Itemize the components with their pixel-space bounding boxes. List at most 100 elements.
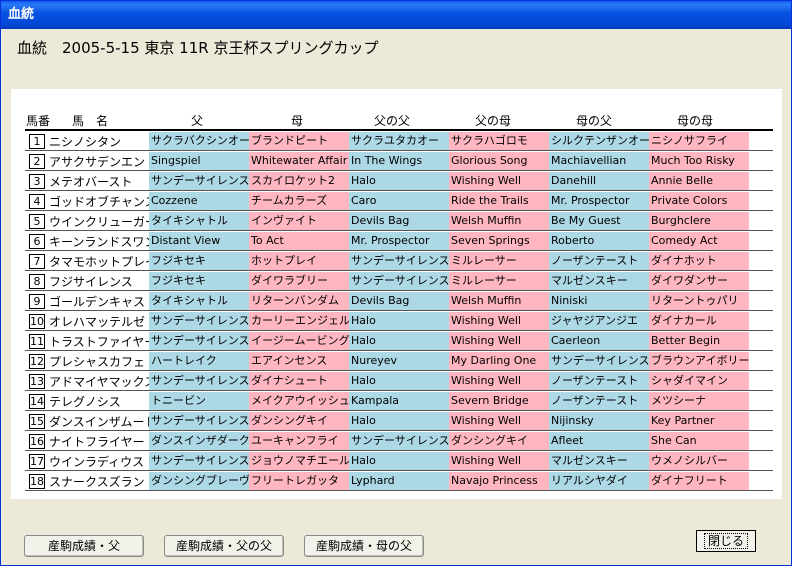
race-header: 血統 2005-5-15 東京 11R 京王杯スプリングカップ <box>17 39 379 57</box>
dam-sire-cell: Nijinsky <box>549 412 649 430</box>
sire-cell: フジキセキ <box>149 252 249 270</box>
table-row: 9 ゴールデンキャスト タイキシャトル リターンバンダム Devils Bag Welsh… <box>25 291 773 311</box>
dam-cell: ダンシングキイ <box>249 412 349 430</box>
sire-cell: トニービン <box>149 392 249 410</box>
horse-number: 2 <box>29 154 45 169</box>
table-row: 15 ダンスインザムード サンデーサイレンス ダンシングキイ Halo Wishing W… <box>25 411 773 431</box>
dam-cell: スカイロケット2 <box>249 172 349 190</box>
table-row: 11 トラストファイヤー サンデーサイレンス イージームービング Halo Wishing… <box>25 331 773 351</box>
horse-name: ウインラディウス <box>49 455 145 469</box>
horse-number: 4 <box>29 194 45 209</box>
horse-name: トラストファイヤー <box>49 335 157 349</box>
horse-name: ゴッドオブチャンス <box>49 195 157 209</box>
dam-cell: インヴァイト <box>249 212 349 230</box>
dam-sire-cell: マルゼンスキー <box>549 452 649 470</box>
sire-dam-cell: Severn Bridge <box>449 392 549 410</box>
horse-number: 15 <box>29 414 45 429</box>
dam-dam-cell: ダイナホット <box>649 252 749 270</box>
horse-number: 9 <box>29 294 45 309</box>
column-header-dam-sire: 母の父 <box>576 114 613 128</box>
sire-cell: ダンシングブレーヴ <box>149 472 249 490</box>
horse-number: 8 <box>29 274 45 289</box>
horse-number: 17 <box>29 454 45 469</box>
sire-cell: Cozzene <box>149 192 249 210</box>
sire-sire-cell: サンデーサイレンス <box>349 252 449 270</box>
close-button[interactable]: 閉じる <box>696 530 756 552</box>
dam-dam-cell: シャダイマイン <box>649 372 749 390</box>
horse-number: 7 <box>29 254 45 269</box>
dam-dam-cell: Comedy Act <box>649 232 749 250</box>
dam-cell: ダイワラブリー <box>249 272 349 290</box>
table-row: 6 キーンランドスワン Distant View To Act Mr. Prospect… <box>25 231 773 251</box>
sire-dam-cell: Welsh Muffin <box>449 292 549 310</box>
table-row: 5 ウインクリューガー タイキシャトル インヴァイト Devils Bag Welsh M… <box>25 211 773 231</box>
sire-dam-cell: Wishing Well <box>449 412 549 430</box>
sire-dam-cell: Seven Springs <box>449 232 549 250</box>
dam-cell: リターンバンダム <box>249 292 349 310</box>
sire-cell: ハートレイク <box>149 352 249 370</box>
dam-cell: ホットプレイ <box>249 252 349 270</box>
dam-dam-cell: Private Colors <box>649 192 749 210</box>
sire-sire-cell: Halo <box>349 412 449 430</box>
dam-sire-results-button[interactable]: 産駒成績・母の父 <box>304 535 424 557</box>
dam-sire-cell: ノーザンテースト <box>549 252 649 270</box>
dam-dam-cell: Better Begin <box>649 332 749 350</box>
sire-sire-cell: Caro <box>349 192 449 210</box>
sire-sire-cell: Nureyev <box>349 352 449 370</box>
sire-dam-cell: Glorious Song <box>449 152 549 170</box>
dam-cell: エアインセンス <box>249 352 349 370</box>
sire-cell: サンデーサイレンス <box>149 372 249 390</box>
dam-cell: メイクアウイッシュ <box>249 392 349 410</box>
sire-cell: サンデーサイレンス <box>149 412 249 430</box>
sire-cell: Distant View <box>149 232 249 250</box>
horse-number: 10 <box>29 314 45 329</box>
horse-name: テレグノシス <box>49 395 121 409</box>
dam-dam-cell: メツシーナ <box>649 392 749 410</box>
dam-dam-cell: ニシノサフライ <box>649 132 749 150</box>
column-header-sire-dam: 父の母 <box>475 114 512 128</box>
horse-number: 16 <box>29 434 45 449</box>
horse-name: ゴールデンキャスト <box>49 295 158 309</box>
sire-cell: サンデーサイレンス <box>149 452 249 470</box>
dam-sire-cell: リアルシヤダイ <box>549 472 649 490</box>
dam-sire-cell: Be My Guest <box>549 212 649 230</box>
horse-number: 1 <box>29 134 45 149</box>
sire-sire-cell: Halo <box>349 172 449 190</box>
table-row: 13 アドマイヤマックス サンデーサイレンス ダイナシュート Halo Wishing W… <box>25 371 773 391</box>
dam-sire-cell: マルゼンスキー <box>549 272 649 290</box>
column-header-sire: 父 <box>191 114 204 128</box>
sire-sire-cell: Halo <box>349 312 449 330</box>
dam-dam-cell: ウメノシルバー <box>649 452 749 470</box>
dam-cell: Whitewater Affair <box>249 152 349 170</box>
sire-sire-results-button[interactable]: 産駒成績・父の父 <box>164 535 284 557</box>
sire-cell: サクラバクシンオー <box>149 132 249 150</box>
pedigree-window: 血統 血統 2005-5-15 東京 11R 京王杯スプリングカップ 馬番 馬 … <box>0 0 792 566</box>
sire-cell: タイキシャトル <box>149 292 249 310</box>
horse-name: スナークスズラン <box>49 475 145 489</box>
horse-name: タマモホットプレイ <box>49 255 158 269</box>
table-row: 7 タマモホットプレイ フジキセキ ホットプレイ サンデーサイレンス ミルレーサー ノーザン… <box>25 251 773 271</box>
table-row: 2 アサクサデンエン Singspiel Whitewater Affair In Th… <box>25 151 773 171</box>
sire-dam-cell: Wishing Well <box>449 312 549 330</box>
horse-number: 12 <box>29 354 45 369</box>
horse-number: 14 <box>29 394 45 409</box>
dam-cell: ジョウノマチエール <box>249 452 349 470</box>
dam-cell: ブランドピート <box>249 132 349 150</box>
dam-dam-cell: Annie Belle <box>649 172 749 190</box>
horse-number: 13 <box>29 374 45 389</box>
dam-cell: チームカラーズ <box>249 192 349 210</box>
table-row: 17 ウインラディウス サンデーサイレンス ジョウノマチエール Halo Wishing … <box>25 451 773 471</box>
dam-dam-cell: Burghclere <box>649 212 749 230</box>
dam-cell: カーリーエンジェル <box>249 312 349 330</box>
sire-dam-cell: Ride the Trails <box>449 192 549 210</box>
column-header-number: 馬番 <box>26 114 51 128</box>
sire-dam-cell: ダンシングキイ <box>449 432 549 450</box>
dam-sire-cell: ジャヤジアンジエ <box>549 312 649 330</box>
sire-results-button[interactable]: 産駒成績・父 <box>24 535 144 557</box>
horse-name: アドマイヤマックス <box>49 375 157 389</box>
sire-dam-cell: Wishing Well <box>449 452 549 470</box>
horse-name: ナイトフライヤー <box>49 435 145 449</box>
dam-dam-cell: ブラウンアイボリー <box>649 352 749 370</box>
dam-dam-cell: Key Partner <box>649 412 749 430</box>
sire-cell: Singspiel <box>149 152 249 170</box>
